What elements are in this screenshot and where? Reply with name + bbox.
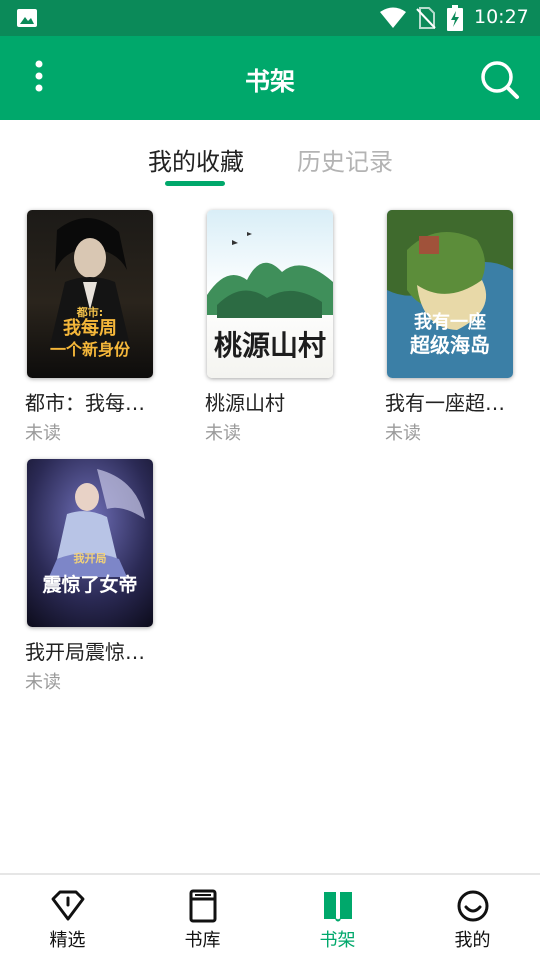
book-title: 我有一座超… [385, 391, 505, 415]
clock-time: 10:27 [474, 6, 529, 28]
book-title: 我开局震惊… [25, 640, 145, 664]
nav-bookshelf[interactable]: 书架 [270, 875, 405, 962]
bookshelf-icon [323, 892, 352, 922]
cover-title-line: 我开局 [74, 551, 107, 565]
app-bar: 书架 [0, 36, 540, 120]
cover-title-line: 我有一座 [414, 311, 486, 333]
tab-history[interactable]: 历史记录 [297, 142, 393, 177]
nav-label: 书库 [184, 930, 221, 951]
battery-charging-icon [447, 5, 463, 31]
cover-title-line: 震惊了女帝 [42, 573, 137, 596]
book-icon [189, 889, 216, 923]
status-bar: 10:27 [0, 0, 540, 36]
cover-title-line: 桃源山村 [214, 329, 326, 362]
book-title: 桃源山村 [205, 391, 285, 415]
page-title: 书架 [244, 67, 295, 96]
diamond-icon [51, 890, 84, 921]
cover-title-line: 我每周 [63, 317, 117, 339]
read-status: 未读 [205, 423, 241, 444]
no-sim-icon [416, 7, 436, 29]
search-icon[interactable] [478, 58, 522, 102]
cover-title-line: 都市: [76, 305, 103, 319]
book-cover[interactable]: 桃源山村 [207, 210, 333, 378]
book-title: 都市：我每… [25, 391, 145, 415]
tab-indicator [165, 181, 225, 186]
tab-bar: 我的收藏 历史记录 [0, 120, 540, 190]
nav-label: 我的 [454, 930, 491, 951]
tab-favorites[interactable]: 我的收藏 [148, 142, 244, 177]
nav-profile[interactable]: 我的 [405, 875, 540, 962]
nav-label: 书架 [319, 930, 356, 951]
nav-label: 精选 [49, 930, 86, 951]
read-status: 未读 [25, 672, 61, 693]
bottom-navigation: 精选 书库 书架 我的 [0, 873, 540, 960]
picture-icon [17, 9, 37, 27]
nav-library[interactable]: 书库 [135, 875, 270, 962]
read-status: 未读 [25, 423, 61, 444]
cover-title-line: 超级海岛 [409, 333, 490, 357]
read-status: 未读 [385, 423, 421, 444]
cover-title-line: 一个新身份 [50, 340, 131, 359]
book-cover[interactable]: 我开局 震惊了女帝 [27, 459, 153, 627]
wifi-icon [380, 7, 406, 28]
smiley-icon [457, 890, 488, 922]
book-cover[interactable]: 都市: 我每周 一个新身份 [27, 210, 153, 378]
nav-featured[interactable]: 精选 [0, 875, 135, 962]
book-cover[interactable]: 我有一座 超级海岛 [387, 210, 513, 378]
